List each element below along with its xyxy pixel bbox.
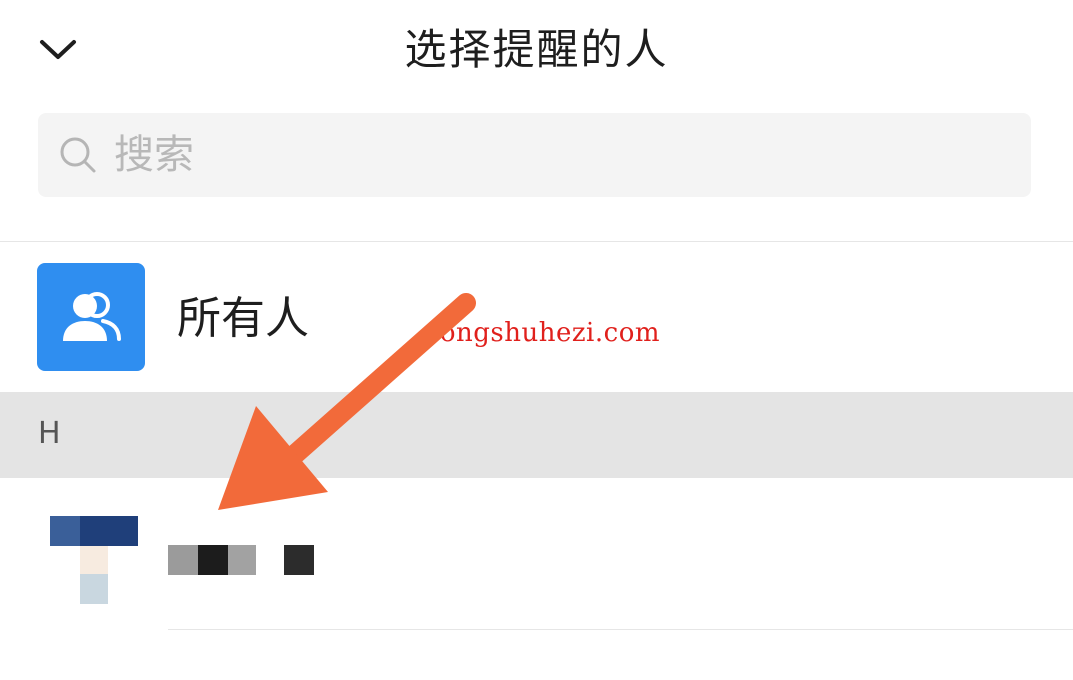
page-title: 选择提醒的人 <box>404 25 669 74</box>
section-letter: H <box>38 416 61 451</box>
search-icon <box>56 133 100 177</box>
avatar <box>50 516 138 604</box>
group-icon <box>63 292 121 341</box>
mention-picker-screen: 选择提醒的人 所有人 songshuhezi.com H <box>0 0 1073 680</box>
list-item-contact[interactable] <box>0 478 1073 630</box>
divider <box>168 629 1073 630</box>
section-header-h: H <box>0 392 1073 478</box>
search-bar[interactable] <box>38 113 1031 197</box>
contact-name-redacted <box>168 545 314 575</box>
search-input[interactable] <box>112 131 996 179</box>
everyone-label: 所有人 <box>177 293 309 344</box>
everyone-avatar <box>37 263 145 371</box>
header: 选择提醒的人 <box>0 0 1073 100</box>
list-item-everyone[interactable]: 所有人 <box>0 242 1073 392</box>
watermark-text: songshuhezi.com <box>426 318 660 348</box>
